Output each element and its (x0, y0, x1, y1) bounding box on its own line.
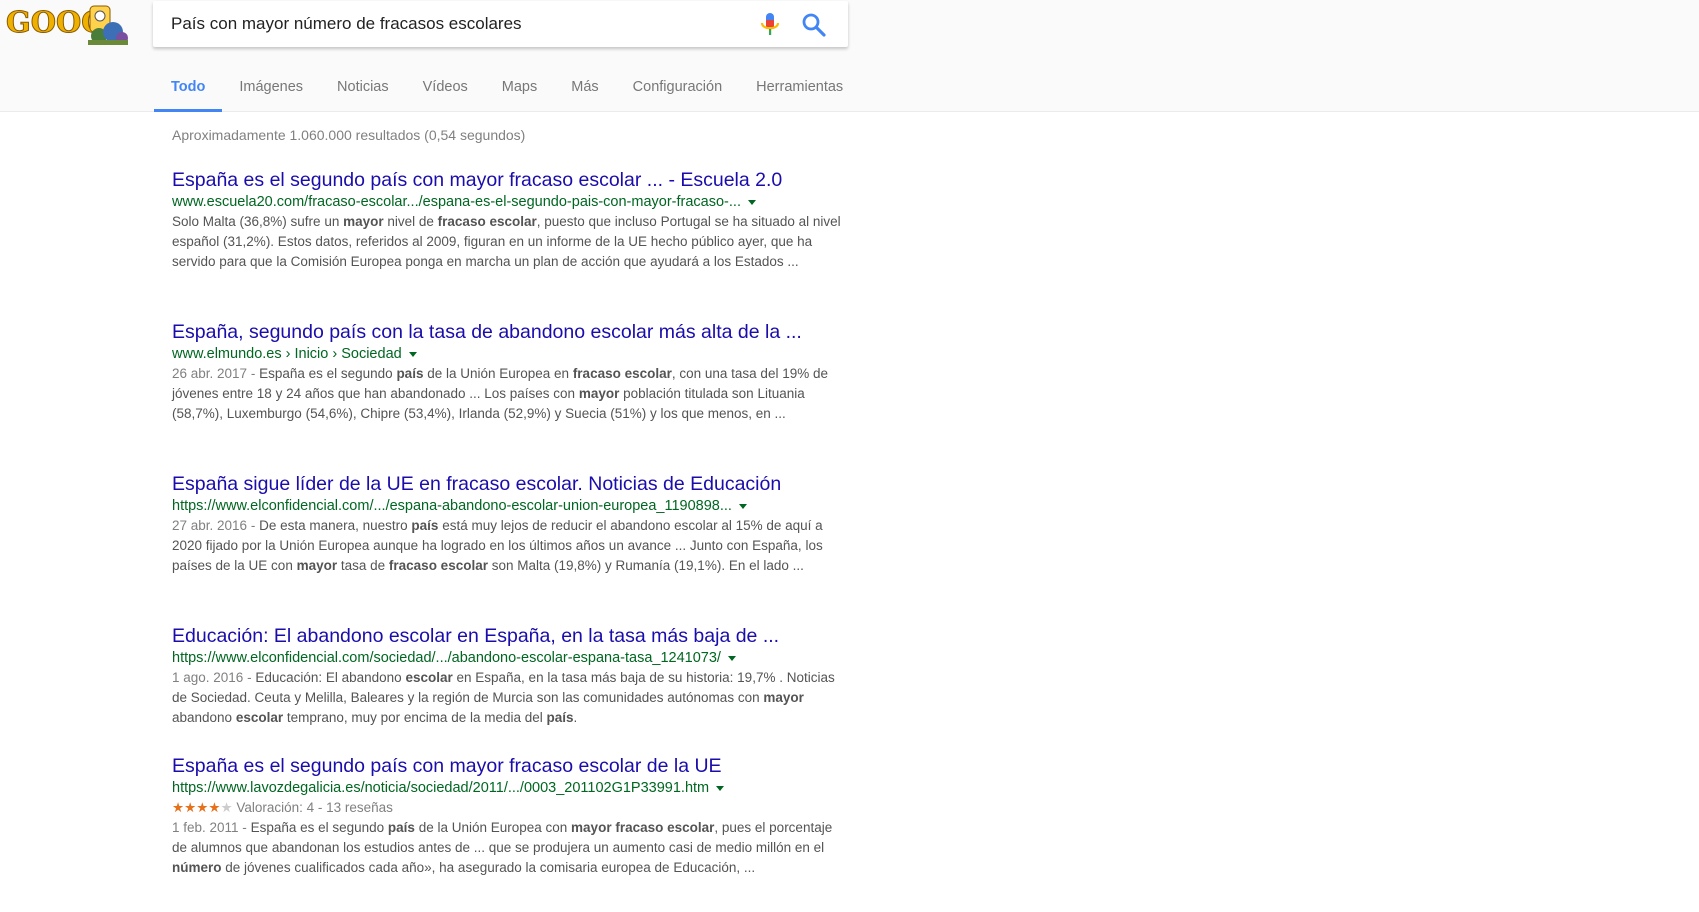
search-input[interactable] (171, 1, 731, 47)
dropdown-arrow-icon[interactable] (738, 503, 747, 509)
search-result: España, segundo país con la tasa de aban… (172, 320, 842, 472)
search-tabs: Todo Imágenes Noticias Vídeos Maps Más C… (154, 72, 860, 112)
snippet-keyword: fracaso escolar (572, 366, 672, 381)
star-filled-icon: ★ (196, 800, 209, 815)
result-date: 26 abr. 2017 - (172, 366, 260, 381)
result-url-row: www.elmundo.es › Inicio › Sociedad (172, 344, 842, 364)
magnifier-icon[interactable] (801, 12, 827, 38)
rating-row: ★★★★★ Valoración: 4 - 13 reseñas (172, 798, 842, 818)
result-url: www.escuela20.com/fracaso-escolar.../esp… (172, 194, 741, 210)
snippet-keyword: escolar (235, 710, 284, 725)
snippet-text: Educación: El abandono (255, 670, 406, 685)
result-url-row: https://www.lavozdegalicia.es/noticia/so… (172, 778, 842, 798)
star-rating-icon: ★★★★★ (172, 800, 236, 815)
tab-imagenes[interactable]: Imágenes (222, 72, 320, 111)
result-url-row: https://www.elconfidencial.com/.../espan… (172, 496, 842, 516)
snippet-keyword: mayor (763, 690, 804, 705)
dropdown-arrow-icon[interactable] (408, 351, 417, 357)
tab-videos[interactable]: Vídeos (406, 72, 485, 111)
tab-maps[interactable]: Maps (485, 72, 554, 111)
star-filled-icon: ★ (184, 800, 197, 815)
result-title-link[interactable]: España sigue líder de la UE en fracaso e… (172, 472, 842, 496)
result-snippet: 27 abr. 2016 - De esta manera, nuestro p… (172, 516, 842, 576)
result-date: 27 abr. 2016 - (172, 518, 260, 533)
result-stats: Aproximadamente 1.060.000 resultados (0,… (172, 127, 526, 143)
dropdown-arrow-icon[interactable] (727, 655, 736, 661)
snippet-keyword: país (411, 518, 439, 533)
result-title-link[interactable]: España es el segundo país con mayor frac… (172, 168, 842, 192)
result-snippet: 26 abr. 2017 - España es el segundo país… (172, 364, 842, 424)
result-snippet: 1 ago. 2016 - Educación: El abandono esc… (172, 668, 842, 728)
snippet-keyword: fracaso escolar (437, 214, 537, 229)
result-date: 1 feb. 2011 - (172, 820, 251, 835)
snippet-text: España es el segundo (250, 820, 388, 835)
snippet-keyword: mayor (578, 386, 620, 401)
tab-noticias[interactable]: Noticias (320, 72, 406, 111)
result-url: www.elmundo.es › Inicio › Sociedad (172, 346, 402, 362)
snippet-keyword: mayor (296, 558, 338, 573)
snippet-keyword: país (546, 710, 574, 725)
result-url: https://www.lavozdegalicia.es/noticia/so… (172, 780, 710, 796)
result-snippet: 1 feb. 2011 - España es el segundo país … (172, 818, 842, 878)
snippet-keyword: número (172, 860, 222, 875)
snippet-text: nivel de (383, 214, 438, 229)
search-result: España es el segundo país con mayor frac… (172, 754, 842, 906)
rating-text: Valoración: 4 - 13 reseñas (236, 800, 393, 815)
snippet-text: de jóvenes cualificados cada año», ha as… (221, 860, 756, 875)
snippet-text: España es el segundo (259, 366, 397, 381)
dropdown-arrow-icon[interactable] (716, 785, 725, 791)
star-empty-icon: ★ (220, 800, 233, 815)
result-snippet: Solo Malta (36,8%) sufre un mayor nivel … (172, 212, 842, 272)
snippet-text: Solo Malta (36,8%) sufre un (172, 214, 344, 229)
search-result: España es el segundo país con mayor frac… (172, 168, 842, 320)
result-title-link[interactable]: España es el segundo país con mayor frac… (172, 754, 842, 778)
snippet-text: tasa de (337, 558, 389, 573)
result-url-row: https://www.elconfidencial.com/sociedad/… (172, 648, 842, 668)
google-doodle-logo[interactable]: GOOG (4, 2, 136, 48)
result-title-link[interactable]: Educación: El abandono escolar en España… (172, 624, 842, 648)
star-filled-icon: ★ (208, 800, 221, 815)
search-result: España sigue líder de la UE en fracaso e… (172, 472, 842, 624)
snippet-text: temprano, muy por encima de la media del (283, 710, 547, 725)
snippet-text: de la Unión Europea en (423, 366, 573, 381)
results-list: España es el segundo país con mayor frac… (172, 168, 842, 906)
snippet-text: son Malta (19,8%) y Rumanía (19,1%). En … (487, 558, 804, 573)
dropdown-arrow-icon[interactable] (747, 199, 756, 205)
top-bar: GOOG Todo Imágenes Noticias Vídeos Maps … (0, 0, 1699, 112)
snippet-keyword: fracaso escolar (388, 558, 488, 573)
snippet-keyword: escolar (405, 670, 453, 685)
tab-todo[interactable]: Todo (154, 72, 223, 112)
snippet-keyword: país (387, 820, 415, 835)
tab-herramientas[interactable]: Herramientas (739, 72, 860, 111)
snippet-text: de la Unión Europea con (414, 820, 572, 835)
tab-configuracion[interactable]: Configuración (616, 72, 739, 111)
snippet-text: . (573, 710, 578, 725)
star-filled-icon: ★ (172, 800, 185, 815)
result-date: 1 ago. 2016 - (172, 670, 256, 685)
snippet-text: De esta manera, nuestro (259, 518, 412, 533)
snippet-keyword: mayor (343, 214, 384, 229)
result-title-link[interactable]: España, segundo país con la tasa de aban… (172, 320, 842, 344)
microphone-icon[interactable] (757, 11, 783, 39)
snippet-text: abandono (172, 710, 236, 725)
snippet-keyword: país (396, 366, 424, 381)
snippet-keyword: mayor fracaso escolar (571, 820, 715, 835)
result-url: https://www.elconfidencial.com/.../espan… (172, 498, 732, 514)
result-url: https://www.elconfidencial.com/sociedad/… (172, 650, 721, 666)
search-result: Educación: El abandono escolar en España… (172, 624, 842, 754)
search-box (153, 1, 848, 47)
tab-mas[interactable]: Más (554, 72, 615, 111)
result-url-row: www.escuela20.com/fracaso-escolar.../esp… (172, 192, 842, 212)
